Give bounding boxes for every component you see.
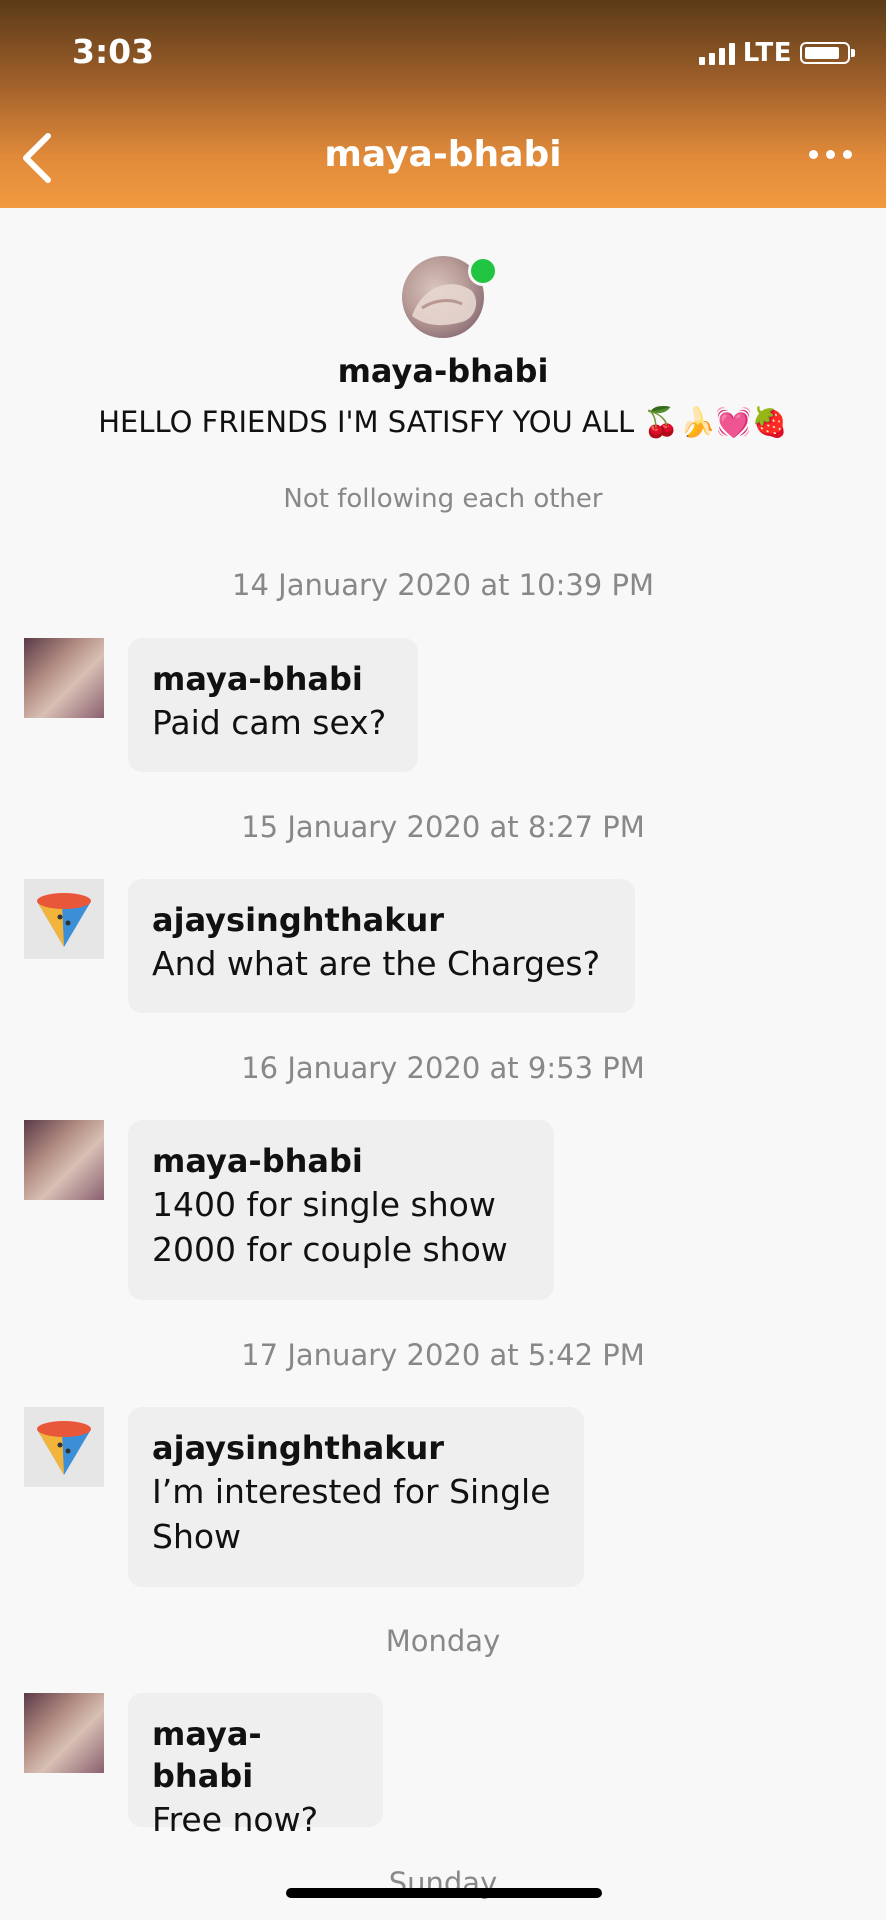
timestamp: 15 January 2020 at 8:27 PM	[241, 810, 645, 844]
timestamp: 14 January 2020 at 10:39 PM	[232, 568, 654, 602]
avatar[interactable]	[24, 879, 104, 959]
message-text: Show	[152, 1517, 242, 1556]
sender-name: ajaysinghthakur	[152, 1429, 445, 1467]
profile-name: maya-bhabi	[337, 352, 549, 390]
message-text: I’m interested for Single	[152, 1472, 551, 1511]
profile-bio: HELLO FRIENDS I'M SATISFY YOU ALL 🍒🍌💓🍓	[98, 405, 788, 439]
page-title: maya-bhabi	[324, 134, 562, 175]
more-horizontal-icon[interactable]	[809, 150, 852, 159]
nav-header: 3:03 LTE maya-bhabi	[0, 0, 886, 208]
status-time: 3:03	[72, 32, 155, 71]
cone-icon	[37, 893, 91, 947]
avatar[interactable]	[24, 1120, 104, 1200]
avatar[interactable]	[24, 1407, 104, 1487]
sender-name: ajaysinghthakur	[152, 901, 445, 939]
message-bubble[interactable]: ajaysinghthakur I’m interested for Singl…	[128, 1407, 584, 1587]
timestamp: 17 January 2020 at 5:42 PM	[241, 1338, 645, 1372]
message-bubble[interactable]: maya-bhabi 1400 for single show 2000 for…	[128, 1120, 554, 1300]
online-status-indicator	[468, 256, 498, 286]
network-label: LTE	[742, 38, 792, 68]
avatar[interactable]	[24, 1693, 104, 1773]
battery-icon	[800, 42, 855, 64]
cone-icon	[37, 1421, 91, 1475]
message-bubble[interactable]: ajaysinghthakur And what are the Charges…	[128, 879, 635, 1013]
sender-name: maya-bhabi	[152, 1715, 262, 1795]
sender-name: maya-bhabi	[152, 660, 363, 698]
avatar[interactable]	[24, 638, 104, 718]
signal-icon	[698, 41, 735, 65]
status-indicators: LTE	[698, 38, 855, 68]
message-bubble[interactable]: maya-bhabi Paid cam sex?	[128, 638, 418, 772]
message-text: 1400 for single show	[152, 1185, 496, 1224]
timestamp: 16 January 2020 at 9:53 PM	[241, 1051, 645, 1085]
follow-status: Not following each other	[283, 484, 603, 514]
message-text: And what are the Charges?	[152, 944, 601, 983]
message-text: Free now?	[152, 1800, 319, 1839]
message-bubble[interactable]: maya-bhabi Free now?	[128, 1693, 383, 1839]
message-text: Paid cam sex?	[152, 703, 387, 742]
day-label: Monday	[385, 1624, 501, 1658]
sender-name: maya-bhabi	[152, 1142, 363, 1180]
message-text: 2000 for couple show	[152, 1230, 508, 1269]
home-indicator[interactable]	[286, 1888, 602, 1898]
